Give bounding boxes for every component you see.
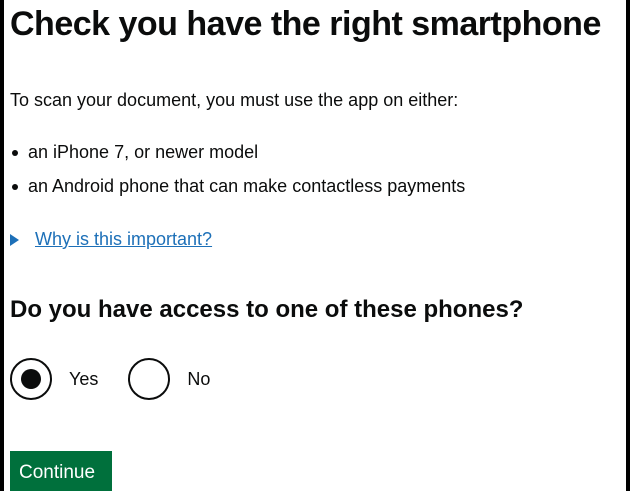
intro-text: To scan your document, you must use the …	[10, 90, 459, 110]
bullet-dot-icon	[12, 183, 18, 190]
continue-button[interactable]: Continue	[10, 451, 112, 491]
radio-option-yes[interactable]: Yes	[10, 358, 98, 400]
triangle-right-icon	[10, 233, 19, 246]
list-item: an Android phone that can make contactle…	[10, 176, 465, 198]
radio-button-yes[interactable]	[10, 358, 52, 400]
why-important-details[interactable]: Why is this important?	[10, 229, 212, 251]
page-title: Check you have the right smartphone	[10, 5, 601, 43]
why-important-link[interactable]: Why is this important?	[35, 229, 212, 251]
list-item-text: an Android phone that can make contactle…	[28, 175, 466, 196]
radio-button-no[interactable]	[128, 358, 171, 400]
radio-label-yes: Yes	[69, 368, 99, 389]
page-frame: Check you have the right smartphone To s…	[0, 0, 630, 491]
radio-option-no[interactable]: No	[128, 358, 210, 400]
phone-access-question: Do you have access to one of these phone…	[10, 296, 524, 323]
radio-label-no: No	[187, 368, 211, 389]
list-item: an iPhone 7, or newer model	[10, 142, 465, 164]
phone-access-radios: Yes No	[10, 358, 210, 400]
list-item-text: an iPhone 7, or newer model	[28, 142, 259, 162]
phone-requirements-list: an iPhone 7, or newer model an Android p…	[10, 142, 465, 209]
bullet-dot-icon	[12, 150, 18, 156]
